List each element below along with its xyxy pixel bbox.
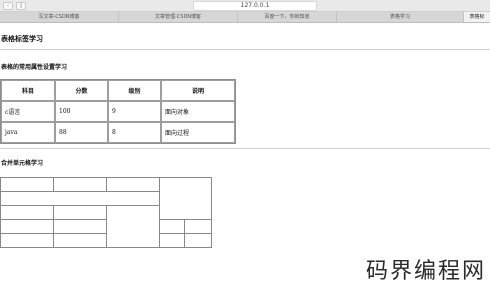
merge-cell <box>0 177 54 192</box>
header-level: 级别 <box>108 80 161 101</box>
merge-cell <box>53 177 107 192</box>
tab-4[interactable]: 表格学习 <box>337 12 464 22</box>
divider-1 <box>0 49 490 50</box>
merge-cell-spanning <box>159 177 212 220</box>
address-bar[interactable]: 127.0.0.1 <box>193 1 317 11</box>
merge-cell <box>184 219 212 234</box>
nav-buttons: ‹ ▯ <box>3 2 26 10</box>
divider-2 <box>0 148 490 149</box>
header-subject: 科目 <box>1 80 55 101</box>
sidebar-icon[interactable]: ▯ <box>16 2 26 10</box>
merge-cell <box>0 205 54 220</box>
table-row <box>0 219 212 234</box>
merge-cell <box>53 205 107 220</box>
tab-3[interactable]: 百度一下，你就知道 <box>238 12 337 22</box>
merge-cell <box>53 233 107 248</box>
table-row <box>0 233 212 248</box>
section-title-merge: 合并单元格学习 <box>1 160 44 167</box>
watermark-text: 码界编程网 <box>365 259 486 284</box>
tab-2[interactable]: 文章管理-CSDN博客 <box>119 12 238 22</box>
cell-subject: java <box>1 122 55 143</box>
tab-bar: 写文章-CSDN博客 文章管理-CSDN博客 百度一下，你就知道 表格学习 表格… <box>0 12 490 23</box>
merge-cell-tall <box>106 205 160 248</box>
merge-cell-wide <box>0 191 160 206</box>
cell-level: 8 <box>108 122 161 143</box>
tab-5-active[interactable]: 表格标 <box>464 12 490 22</box>
cell-level: 9 <box>108 101 161 122</box>
attributes-table: 科目 分数 级别 说明 c语言 100 9 面向对象 java 88 8 面向过… <box>0 79 236 144</box>
browser-titlebar: ‹ ▯ 127.0.0.1 <box>0 0 490 12</box>
table-row: java 88 8 面向过程 <box>1 122 235 143</box>
header-score: 分数 <box>55 80 108 101</box>
header-note: 说明 <box>161 80 235 101</box>
cell-score: 88 <box>55 122 108 143</box>
merge-cell <box>53 219 107 234</box>
tab-1[interactable]: 写文章-CSDN博客 <box>0 12 119 22</box>
merged-cells-table <box>0 177 212 248</box>
cell-score: 100 <box>55 101 108 122</box>
merge-cell <box>0 219 54 234</box>
merge-cell <box>0 233 54 248</box>
cell-subject: c语言 <box>1 101 55 122</box>
table-header-row: 科目 分数 级别 说明 <box>1 80 235 101</box>
table-row: c语言 100 9 面向对象 <box>1 101 235 122</box>
section-title-attributes: 表格的常用属性设置学习 <box>1 64 68 71</box>
table-row <box>0 177 212 220</box>
merge-cell <box>184 233 212 248</box>
merge-cell <box>106 177 160 192</box>
cell-note: 面向对象 <box>161 101 235 122</box>
cell-note: 面向过程 <box>161 122 235 143</box>
merge-cell <box>159 233 185 248</box>
merge-cell <box>159 219 185 234</box>
back-icon[interactable]: ‹ <box>3 2 13 10</box>
page-title: 表格标签学习 <box>1 34 43 43</box>
